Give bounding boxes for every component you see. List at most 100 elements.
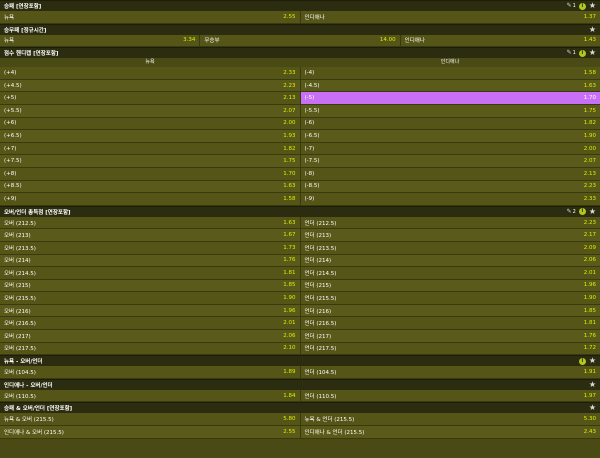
- odds-value: 2.07: [583, 158, 596, 165]
- odds-button-home[interactable]: 오버 (217.5) 2.10: [0, 343, 300, 355]
- odds-button-home[interactable]: 오버 (216.5) 2.01: [0, 317, 300, 329]
- odds-button-home[interactable]: 오버 (215) 1.85: [0, 280, 300, 292]
- star-icon[interactable]: ★: [589, 380, 596, 389]
- section-header-handicap[interactable]: 점수 핸디캡 [연장포함] ✎ 1 i ★: [0, 47, 600, 59]
- odds-value: 1.90: [283, 295, 296, 302]
- table-row: 오버 (110.5) 1.84 언더 (110.5) 1.97: [0, 389, 600, 403]
- odds-button-away[interactable]: 인디애나 1.43: [399, 34, 600, 47]
- odds-button-home[interactable]: (+4.5) 2.23: [0, 80, 300, 92]
- odds-button-home[interactable]: 오버 (214) 1.76: [0, 255, 300, 267]
- odds-button-home[interactable]: 오버 (214.5) 1.81: [0, 267, 300, 279]
- odds-value: 2.10: [283, 345, 296, 352]
- odds-button-away[interactable]: (-8.5) 2.23: [299, 180, 600, 193]
- table-row: 오버 (213) 1.67 언더 (213) 2.17: [0, 229, 600, 242]
- info-icon[interactable]: i: [578, 49, 586, 57]
- odds-value: 1.85: [583, 307, 596, 314]
- odds-button-away[interactable]: (-5.5) 1.75: [299, 104, 600, 117]
- info-icon[interactable]: i: [578, 2, 586, 10]
- table-row: (+6) 2.00 (-6) 1.82: [0, 117, 600, 131]
- selection-label: (-6.5): [304, 132, 320, 139]
- selection-label: (+6.5): [4, 132, 22, 139]
- odds-button-away[interactable]: 언더 (216.5) 1.81: [299, 317, 600, 330]
- odds-button-home[interactable]: (+9) 1.58: [0, 193, 300, 205]
- selection-label: 오버 (217): [4, 333, 31, 340]
- selection-label: 뉴욕: [4, 38, 15, 45]
- odds-button-away[interactable]: 언더 (214.5) 2.01: [299, 267, 600, 279]
- odds-button-home[interactable]: 뉴욕 & 오버 (215.5) 5.80: [0, 413, 300, 425]
- info-icon[interactable]: i: [578, 208, 586, 216]
- betting-markets-panel: 승패 [연장포함] ✎ 1 i ★ 뉴욕 2.55 인디애나 1.37 승무패 …: [0, 0, 600, 458]
- selection-label: 인디애나 & 오버 (215.5): [4, 429, 64, 436]
- odds-button-home[interactable]: 뉴욕 2.55: [0, 11, 300, 23]
- odds-button-over[interactable]: 오버 (110.5) 1.84: [0, 390, 300, 402]
- selection-label: (+4.5): [4, 82, 22, 89]
- odds-button-away[interactable]: 언더 (215) 1.96: [299, 279, 600, 292]
- odds-button-away[interactable]: (-7.5) 2.07: [299, 155, 600, 167]
- odds-button-home[interactable]: 오버 (217) 2.06: [0, 330, 300, 342]
- odds-button-home[interactable]: 뉴욕 3.34: [0, 35, 199, 47]
- odds-button-home[interactable]: (+5.5) 2.07: [0, 105, 300, 117]
- odds-button-away[interactable]: 언더 (216) 1.85: [299, 304, 600, 317]
- star-icon[interactable]: ★: [589, 207, 596, 216]
- odds-button-away[interactable]: 언더 (212.5) 2.23: [299, 216, 600, 229]
- odds-button-under[interactable]: 언더 (104.5) 1.91: [299, 366, 600, 378]
- odds-button-away[interactable]: (-7) 2.00: [299, 142, 600, 155]
- odds-button-home[interactable]: 인디애나 & 오버 (215.5) 2.55: [0, 426, 300, 438]
- odds-button-away[interactable]: (-6) 1.82: [299, 117, 600, 130]
- odds-button-home[interactable]: (+8.5) 1.63: [0, 181, 300, 193]
- odds-button-home[interactable]: 오버 (213) 1.67: [0, 229, 300, 241]
- section-title: 점수 핸디캡 [연장포함]: [4, 51, 59, 58]
- odds-button-home[interactable]: (+7) 1.82: [0, 143, 300, 155]
- selection-label: 언더 (214): [304, 258, 332, 265]
- odds-button-over[interactable]: 오버 (104.5) 1.89: [0, 366, 300, 378]
- odds-value: 2.43: [583, 428, 596, 435]
- star-icon[interactable]: ★: [589, 49, 596, 57]
- table-row: 뉴욕 2.55 인디애나 1.37: [0, 11, 600, 24]
- section-header-team1-ou[interactable]: 뉴욕 - 오버/언더 i ★: [0, 355, 600, 367]
- odds-button-away[interactable]: 언더 (217) 1.76: [299, 330, 600, 342]
- odds-button-home[interactable]: 오버 (215.5) 1.90: [0, 292, 300, 304]
- odds-value: 1.90: [583, 132, 596, 139]
- selection-label: 언더 (214.5): [304, 270, 337, 277]
- info-icon[interactable]: i: [578, 357, 586, 365]
- odds-button-away[interactable]: (-6.5) 1.90: [299, 130, 600, 142]
- odds-button-home[interactable]: (+5) 2.13: [0, 92, 300, 104]
- selection-label: (-8.5): [304, 183, 320, 190]
- odds-button-away[interactable]: 언더 (213.5) 2.09: [299, 241, 600, 254]
- star-icon[interactable]: ★: [589, 25, 596, 34]
- odds-button-away[interactable]: 언더 (215.5) 1.90: [299, 292, 600, 304]
- section-header-winner3[interactable]: 승무패 [정규시간] ★: [0, 23, 600, 35]
- odds-button-home[interactable]: 오버 (212.5) 1.63: [0, 217, 300, 229]
- section-header-combo[interactable]: 승패 & 오버/언더 [연장포함] ★: [0, 402, 600, 414]
- odds-button-away[interactable]: 언더 (214) 2.06: [299, 254, 600, 267]
- section-header-winner[interactable]: 승패 [연장포함] ✎ 1 i ★: [0, 0, 600, 11]
- odds-button-away[interactable]: 뉴욕 & 언더 (215.5) 5.30: [299, 413, 600, 426]
- odds-button-home[interactable]: (+6) 2.00: [0, 118, 300, 130]
- odds-value: 2.07: [283, 107, 296, 114]
- section-header-overunder[interactable]: 오버/언더 총득점 [연장포함] ✎ 2 i ★: [0, 205, 600, 217]
- odds-value: 1.96: [283, 307, 296, 314]
- odds-button-away[interactable]: 언더 (213) 2.17: [299, 229, 600, 241]
- odds-button-home[interactable]: 오버 (213.5) 1.73: [0, 242, 300, 254]
- odds-button-under[interactable]: 언더 (110.5) 1.97: [299, 389, 600, 402]
- odds-button-away[interactable]: (-9) 2.33: [299, 193, 600, 205]
- odds-button-away[interactable]: 언더 (217.5) 1.72: [299, 342, 600, 355]
- star-icon[interactable]: ★: [589, 404, 596, 412]
- star-icon[interactable]: ★: [589, 2, 596, 10]
- odds-button-home[interactable]: 오버 (216) 1.96: [0, 305, 300, 317]
- odds-button-away[interactable]: (-4) 1.58: [299, 67, 600, 79]
- odds-button-away[interactable]: (-4.5) 1.63: [299, 79, 600, 92]
- section-title: 승무패 [정규시간]: [4, 27, 47, 34]
- odds-button-away[interactable]: 인디애나 & 언더 (215.5) 2.43: [299, 426, 600, 438]
- star-icon[interactable]: ★: [589, 357, 596, 365]
- odds-button-home[interactable]: (+6.5) 1.93: [0, 130, 300, 142]
- odds-button-away[interactable]: 인디애나 1.37: [299, 11, 600, 23]
- section-header-team2-ou[interactable]: 인디애나 - 오버/언더 ★: [0, 378, 600, 390]
- odds-button-away[interactable]: (-8) 2.13: [299, 167, 600, 180]
- odds-button-home[interactable]: (+8) 1.70: [0, 168, 300, 180]
- odds-button-home[interactable]: (+4) 2.33: [0, 67, 300, 79]
- odds-button-home[interactable]: (+7.5) 1.75: [0, 155, 300, 167]
- odds-button-away[interactable]: (-5) 1.70: [299, 92, 600, 104]
- odds-button-draw[interactable]: 무승부 14.00: [199, 34, 399, 47]
- odds-value: 2.23: [583, 219, 596, 226]
